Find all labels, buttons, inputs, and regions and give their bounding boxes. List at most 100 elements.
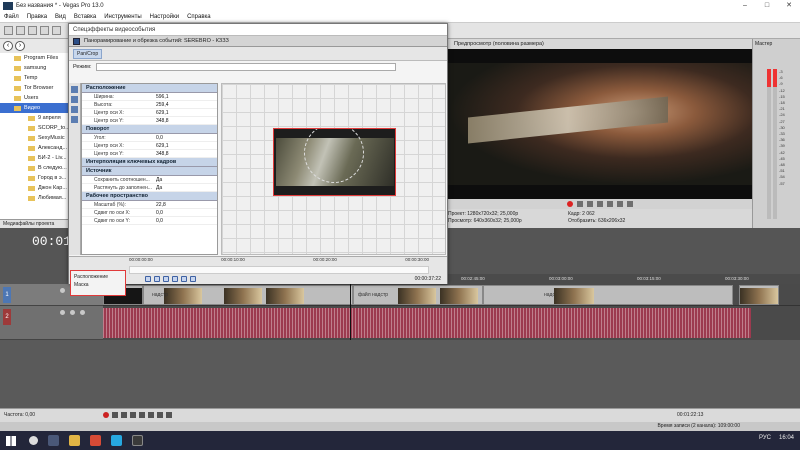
tree-item[interactable]: SCORP_to...	[0, 123, 69, 133]
file-explorer-icon[interactable]	[69, 435, 80, 446]
play-icon[interactable]	[587, 201, 593, 207]
property-value[interactable]: 22,8	[154, 201, 166, 208]
save-icon[interactable]	[28, 26, 37, 35]
property-row[interactable]: Сдвиг по оси X: 0,0	[82, 209, 217, 217]
tree-item[interactable]: Александ...	[0, 143, 69, 153]
tree-item[interactable]: Users	[0, 93, 69, 103]
tree-item[interactable]: Город в э...	[0, 173, 69, 183]
property-row[interactable]: Центр оси Y: 348,8	[82, 117, 217, 125]
tab-project-media[interactable]: Медиафайлы проекта	[3, 221, 54, 227]
video-clip[interactable]: надстр	[143, 285, 353, 305]
position-label[interactable]: Расположение	[74, 273, 122, 281]
property-value[interactable]: 0,0	[154, 209, 163, 216]
record-icon[interactable]	[567, 201, 573, 207]
go-start-icon[interactable]	[157, 412, 163, 418]
record-icon[interactable]	[103, 412, 109, 418]
property-section-header[interactable]: Поворот	[82, 125, 217, 134]
solo-icon[interactable]	[70, 310, 75, 315]
play-from-start-icon[interactable]	[121, 412, 127, 418]
lock-aspect-icon[interactable]	[71, 116, 78, 123]
crop-frame[interactable]	[273, 128, 396, 196]
property-value[interactable]: 629,1	[154, 142, 169, 149]
property-value[interactable]: Да	[154, 184, 162, 191]
property-value[interactable]: 259,4	[154, 101, 169, 108]
property-value[interactable]: 0,0	[154, 134, 163, 141]
maximize-button[interactable]: □	[756, 0, 778, 12]
property-row[interactable]: Высота: 259,4	[82, 101, 217, 109]
property-value[interactable]: 629,1	[154, 109, 169, 116]
audio-waveform[interactable]	[103, 308, 751, 338]
mask-label[interactable]: Маска	[74, 281, 122, 289]
stop-icon[interactable]	[148, 412, 154, 418]
first-keyframe-icon[interactable]	[145, 276, 151, 282]
search-icon[interactable]	[29, 436, 38, 445]
property-row[interactable]: Сохранить соотношен... Да	[82, 176, 217, 184]
audio-track[interactable]	[103, 306, 800, 340]
mute-icon[interactable]	[60, 288, 65, 293]
next-frame-icon[interactable]	[627, 201, 633, 207]
mute-icon[interactable]	[60, 310, 65, 315]
property-row[interactable]: Ширина: 596,1	[82, 93, 217, 101]
language-indicator[interactable]: РУС	[759, 435, 771, 441]
menu-insert[interactable]: Вставка	[70, 14, 100, 20]
minimize-button[interactable]: –	[734, 0, 756, 12]
pan-crop-canvas[interactable]	[221, 83, 446, 255]
menu-edit[interactable]: Правка	[23, 14, 51, 20]
property-row[interactable]: Растянуть до заполнен... Да	[82, 184, 217, 192]
prev-frame-icon[interactable]	[617, 201, 623, 207]
delete-keyframe-icon[interactable]	[172, 276, 178, 282]
close-button[interactable]: ✕	[778, 0, 800, 12]
property-value[interactable]: 348,8	[154, 117, 169, 124]
video-track[interactable]: надстр файл надстр надстр	[103, 284, 800, 306]
property-value[interactable]: 348,8	[154, 150, 169, 157]
video-clip[interactable]: файл надстр	[353, 285, 483, 305]
move-icon[interactable]	[71, 106, 78, 113]
open-icon[interactable]	[16, 26, 25, 35]
tree-item[interactable]: БИ-2 - Liv...	[0, 153, 69, 163]
preset-dropdown[interactable]	[95, 62, 396, 71]
tree-item[interactable]: В следую...	[0, 163, 69, 173]
tree-item[interactable]: Джон Кар...	[0, 183, 69, 193]
property-section-header[interactable]: Интерполяция ключевых кадров	[82, 158, 217, 167]
skype-icon[interactable]	[111, 435, 122, 446]
property-row[interactable]: Сдвиг по оси Y: 0,0	[82, 217, 217, 225]
property-row[interactable]: Центр оси X: 629,1	[82, 142, 217, 150]
tree-item[interactable]: Tor Browser	[0, 83, 69, 93]
menu-help[interactable]: Справка	[183, 14, 215, 20]
render-icon[interactable]	[52, 26, 61, 35]
audio-track-header[interactable]: 2	[0, 306, 103, 340]
normal-edit-icon[interactable]	[71, 86, 78, 93]
property-row[interactable]: Центр оси X: 629,1	[82, 109, 217, 117]
tree-item[interactable]: Temp	[0, 73, 69, 83]
forward-icon[interactable]: ›	[15, 41, 25, 51]
tree-item[interactable]: Program Files	[0, 53, 69, 63]
back-icon[interactable]: ‹	[3, 41, 13, 51]
menu-tools[interactable]: Инструменты	[100, 14, 145, 20]
property-value[interactable]: Да	[154, 176, 162, 183]
property-value[interactable]: 0,0	[154, 217, 163, 224]
tree-item[interactable]: SexyMusic	[0, 133, 69, 143]
vegas-taskbar-icon[interactable]	[132, 435, 143, 446]
fx-icon[interactable]	[80, 310, 85, 315]
chrome-icon[interactable]	[90, 435, 101, 446]
loop-icon[interactable]	[577, 201, 583, 207]
property-row[interactable]: Центр оси Y: 348,8	[82, 150, 217, 158]
property-section-header[interactable]: Расположение	[82, 84, 217, 93]
pause-icon[interactable]	[597, 201, 603, 207]
new-project-icon[interactable]	[4, 26, 13, 35]
plugin-pan-crop[interactable]: Pan/Crop	[73, 49, 103, 59]
zoom-icon[interactable]	[71, 96, 78, 103]
add-keyframe-icon[interactable]	[163, 276, 169, 282]
tree-item[interactable]: Любимая...	[0, 193, 69, 203]
property-value[interactable]: 596,1	[154, 93, 169, 100]
go-end-icon[interactable]	[166, 412, 172, 418]
prev-keyframe-icon[interactable]	[154, 276, 160, 282]
tree-item[interactable]: samsung	[0, 63, 69, 73]
windows-start-icon[interactable]	[6, 435, 16, 446]
property-section-header[interactable]: Рабочее пространство	[82, 192, 217, 201]
property-section-header[interactable]: Источник	[82, 167, 217, 176]
loop-icon[interactable]	[112, 412, 118, 418]
last-keyframe-icon[interactable]	[190, 276, 196, 282]
video-clip[interactable]	[739, 285, 779, 305]
video-clip[interactable]: надстр	[483, 285, 733, 305]
